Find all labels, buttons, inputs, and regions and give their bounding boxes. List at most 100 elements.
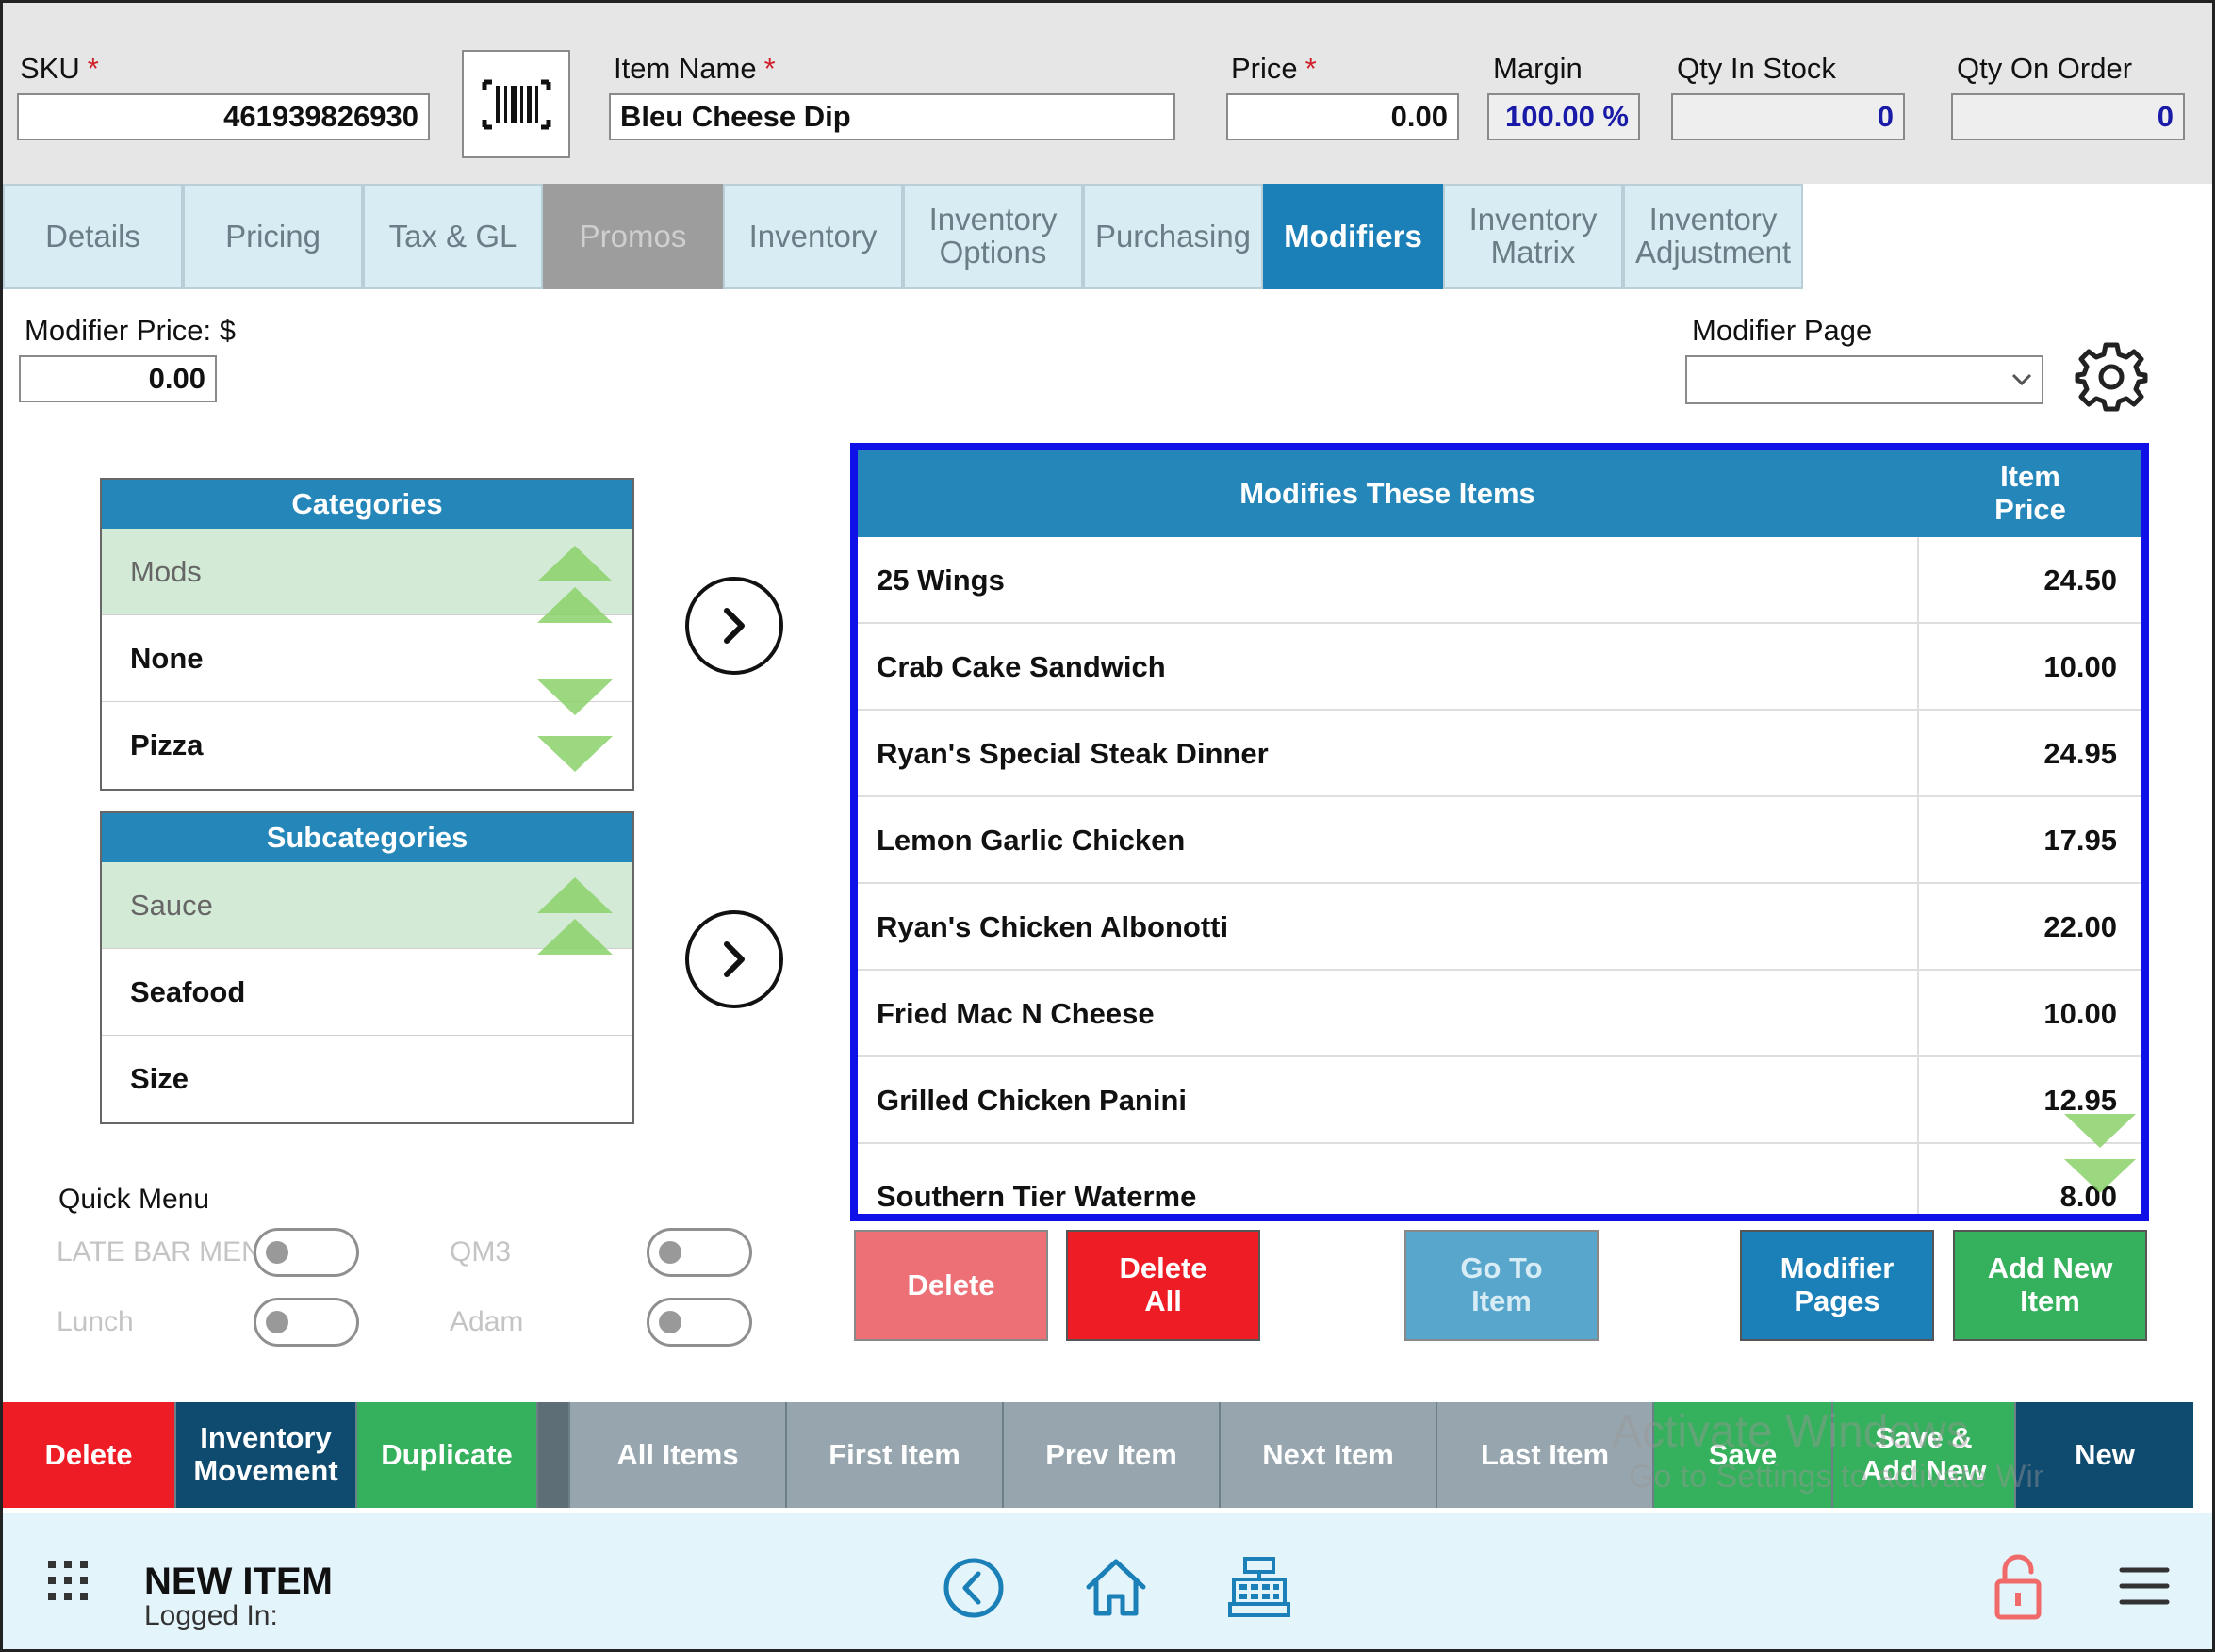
add-subcategory-button[interactable] — [685, 910, 783, 1008]
tab-tax-gl[interactable]: Tax & GL — [363, 184, 543, 289]
table-row[interactable]: Southern Tier Waterme 8.00 — [858, 1144, 2141, 1214]
delete-item-button[interactable]: Delete — [3, 1402, 176, 1508]
tab-inventory-matrix[interactable]: Inventory Matrix — [1443, 184, 1623, 289]
bar-spacer — [538, 1402, 570, 1508]
lock-button[interactable] — [1990, 1551, 2046, 1623]
categories-title: Categories — [102, 480, 632, 529]
tab-inventory-adjustment[interactable]: Inventory Adjustment — [1623, 184, 1803, 289]
quick-menu-label: Adam — [450, 1306, 524, 1337]
list-item[interactable]: Size — [102, 1036, 632, 1122]
modifier-price-label: Modifier Price: $ — [25, 314, 236, 347]
item-price-cell: 17.95 — [2043, 824, 2117, 857]
delete-modifier-button[interactable]: Delete — [854, 1230, 1048, 1341]
cash-register-icon — [1228, 1557, 1290, 1617]
scroll-page-up-icon[interactable] — [537, 919, 613, 955]
item-price-cell: 24.95 — [2043, 737, 2117, 770]
home-icon — [1086, 1559, 1146, 1616]
modifier-page-label: Modifier Page — [1692, 314, 1873, 347]
item-name-cell: Southern Tier Waterme — [877, 1180, 1197, 1213]
chevron-down-icon — [2011, 373, 2032, 386]
toggle-knob — [266, 1241, 288, 1264]
scroll-page-down-icon[interactable] — [2064, 1114, 2136, 1148]
price-label: Price * — [1231, 52, 1317, 85]
go-to-item-button[interactable]: Go To Item — [1404, 1230, 1599, 1341]
quick-menu-toggle[interactable] — [647, 1228, 752, 1277]
tab-bar: Details Pricing Tax & GL Promos Inventor… — [3, 184, 1803, 289]
apps-grid-button[interactable] — [44, 1557, 91, 1604]
gear-icon — [2075, 342, 2148, 412]
scroll-down-icon[interactable] — [537, 736, 613, 772]
table-row[interactable]: 25 Wings 24.50 — [858, 537, 2141, 624]
prev-item-button[interactable]: Prev Item — [1004, 1402, 1221, 1508]
scroll-page-up-icon[interactable] — [537, 587, 613, 623]
modifier-price-input[interactable]: 0.00 — [19, 355, 217, 402]
tab-modifiers[interactable]: Modifiers — [1263, 184, 1443, 289]
activation-watermark: Activate Windows — [1612, 1407, 1969, 1457]
sku-input[interactable]: 461939826930 — [17, 93, 430, 140]
tab-inventory-options[interactable]: Inventory Options — [903, 184, 1083, 289]
item-name-cell: Grilled Chicken Panini — [877, 1084, 1188, 1117]
barcode-icon — [482, 79, 550, 129]
margin-label: Margin — [1493, 52, 1583, 85]
tab-purchasing[interactable]: Purchasing — [1083, 184, 1263, 289]
tab-inventory[interactable]: Inventory — [723, 184, 903, 289]
table-row[interactable]: Ryan's Chicken Albonotti 22.00 — [858, 884, 2141, 971]
toggle-knob — [266, 1311, 288, 1333]
barcode-button[interactable] — [462, 50, 570, 158]
qty-in-stock-label: Qty In Stock — [1677, 52, 1836, 85]
sku-label: SKU * — [20, 52, 99, 85]
modifier-page-select[interactable] — [1685, 355, 2043, 404]
toggle-knob — [659, 1311, 681, 1333]
quick-menu-toggle[interactable] — [647, 1298, 752, 1347]
duplicate-button[interactable]: Duplicate — [357, 1402, 538, 1508]
price-input[interactable]: 0.00 — [1226, 93, 1459, 140]
table-row[interactable]: Grilled Chicken Panini 12.95 — [858, 1057, 2141, 1144]
categories-scroll-controls — [533, 540, 616, 779]
next-item-button[interactable]: Next Item — [1221, 1402, 1437, 1508]
item-price-cell: 22.00 — [2043, 910, 2117, 943]
back-button[interactable] — [941, 1555, 1007, 1621]
screen-title: NEW ITEM — [144, 1561, 333, 1602]
grid-scroll-controls — [2060, 1110, 2140, 1214]
tab-pricing[interactable]: Pricing — [183, 184, 363, 289]
qty-in-stock-value: 0 — [1671, 93, 1905, 140]
delete-all-button[interactable]: Delete All — [1066, 1230, 1260, 1341]
chevron-right-icon — [724, 941, 745, 977]
quick-menu-label: Lunch — [57, 1306, 134, 1337]
quick-menu-toggle[interactable] — [254, 1228, 359, 1277]
item-price-cell: 10.00 — [2043, 650, 2117, 683]
first-item-button[interactable]: First Item — [787, 1402, 1004, 1508]
quick-menu-title: Quick Menu — [58, 1184, 210, 1215]
menu-button[interactable] — [2116, 1562, 2173, 1610]
add-new-item-button[interactable]: Add New Item — [1953, 1230, 2147, 1341]
table-row[interactable]: Crab Cake Sandwich 10.00 — [858, 624, 2141, 711]
settings-button[interactable] — [2074, 339, 2149, 415]
scroll-page-down-icon[interactable] — [537, 679, 613, 715]
all-items-button[interactable]: All Items — [570, 1402, 787, 1508]
quick-menu-label: LATE BAR MENU — [57, 1236, 264, 1268]
inventory-movement-button[interactable]: Inventory Movement — [176, 1402, 357, 1508]
tab-details[interactable]: Details — [3, 184, 183, 289]
add-category-button[interactable] — [685, 577, 783, 675]
apps-grid-icon — [48, 1561, 88, 1600]
table-row[interactable]: Ryan's Special Steak Dinner 24.95 — [858, 711, 2141, 797]
table-row[interactable]: Fried Mac N Cheese 10.00 — [858, 971, 2141, 1057]
unlock-icon — [1994, 1554, 2042, 1620]
item-name-input[interactable]: Bleu Cheese Dip — [609, 93, 1175, 140]
column-header-price: Item Price — [1994, 460, 2066, 526]
qty-on-order-label: Qty On Order — [1957, 52, 2133, 85]
table-row[interactable]: Lemon Garlic Chicken 17.95 — [858, 797, 2141, 884]
scroll-up-icon[interactable] — [537, 877, 613, 913]
item-name-cell: Ryan's Special Steak Dinner — [877, 737, 1269, 770]
scroll-up-icon[interactable] — [537, 546, 613, 581]
home-button[interactable] — [1081, 1553, 1151, 1623]
quick-menu-toggle[interactable] — [254, 1298, 359, 1347]
item-name-cell: Fried Mac N Cheese — [877, 997, 1155, 1030]
register-button[interactable] — [1224, 1553, 1294, 1623]
item-name-cell: Lemon Garlic Chicken — [877, 824, 1186, 857]
item-header: SKU * 461939826930 Item Name * Bleu Cheese… — [3, 3, 2212, 184]
scroll-down-icon[interactable] — [2064, 1159, 2136, 1193]
item-name-cell: Crab Cake Sandwich — [877, 650, 1166, 683]
column-header-name: Modifies These Items — [1239, 477, 1535, 510]
modifier-pages-button[interactable]: Modifier Pages — [1740, 1230, 1934, 1341]
